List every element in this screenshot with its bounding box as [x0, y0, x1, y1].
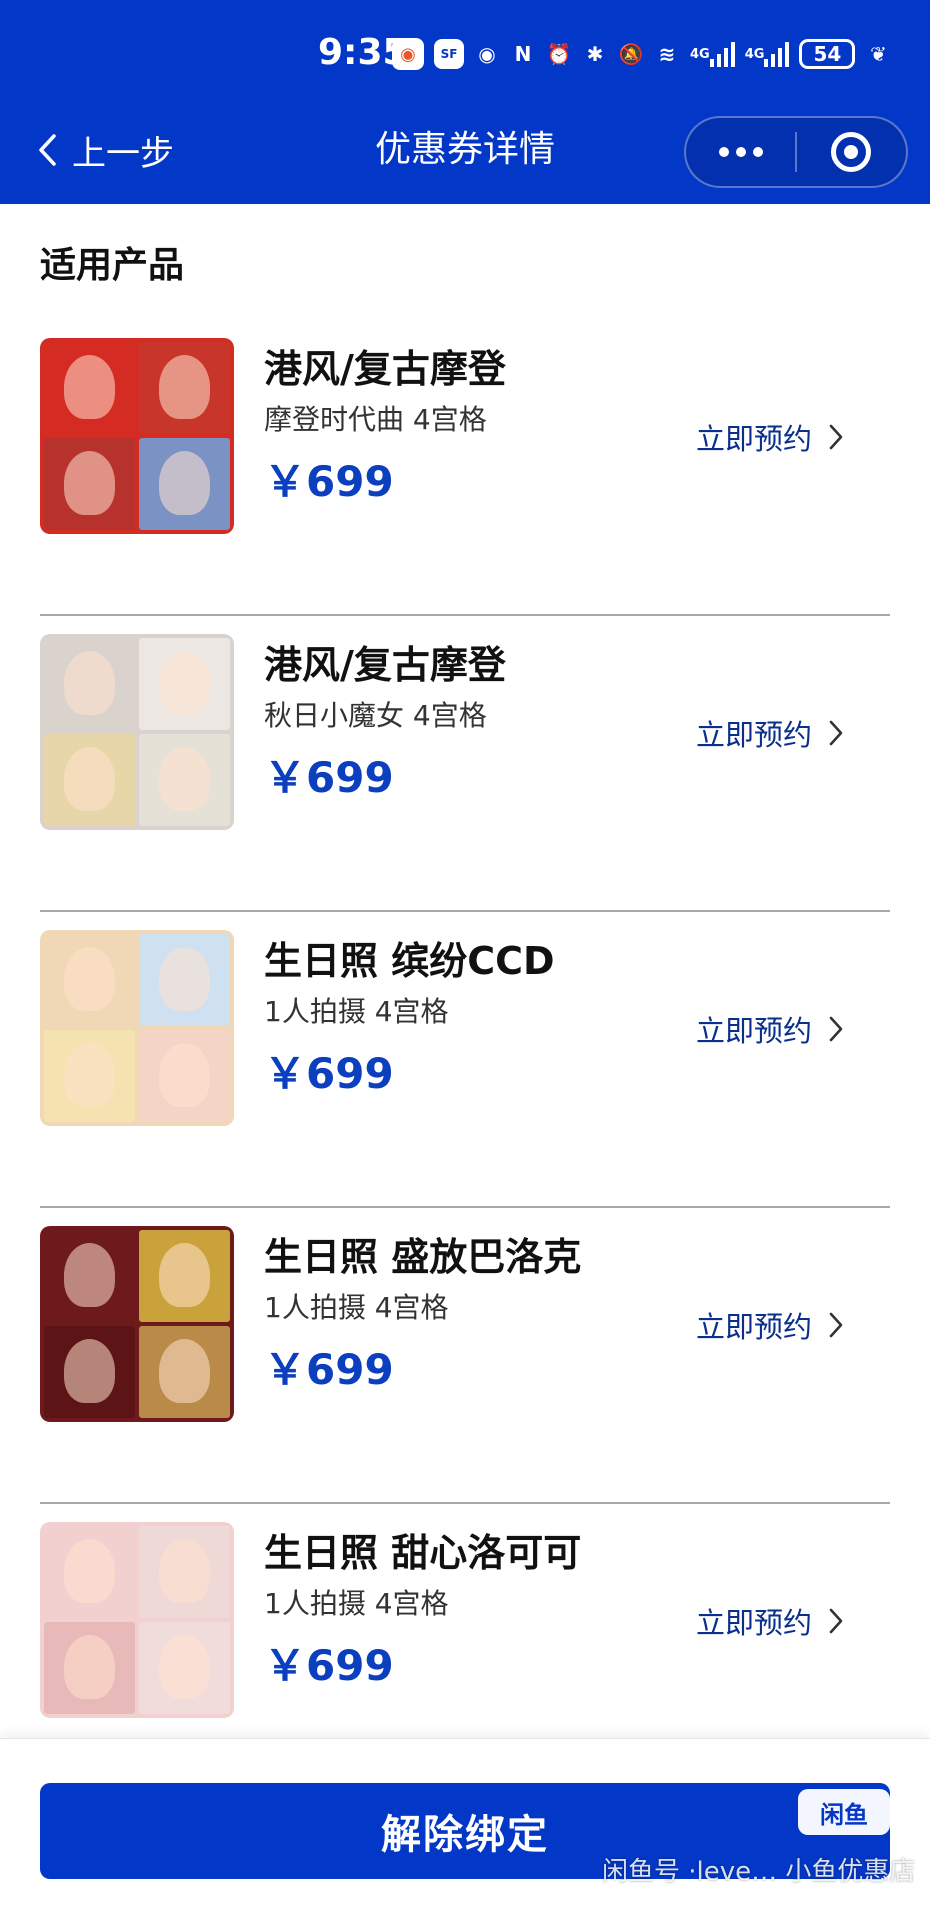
- thumbnail-photo: [139, 638, 230, 730]
- chevron-right-icon: [829, 424, 843, 450]
- product-thumbnail[interactable]: [40, 338, 234, 534]
- mini-program-capsule: [684, 116, 908, 188]
- product-thumbnail[interactable]: [40, 1226, 234, 1422]
- thumbnail-photo: [139, 1230, 230, 1322]
- section-title: 适用产品: [40, 245, 185, 286]
- bluetooth-icon: ✱: [586, 42, 604, 66]
- book-now-label: 立即预约: [696, 718, 813, 752]
- mute-icon: 🔕: [618, 42, 644, 66]
- leaf-icon: ❦: [870, 42, 887, 66]
- thumbnail-photo: [139, 438, 230, 530]
- target-close-icon: [831, 132, 872, 172]
- thumbnail-photo: [44, 734, 135, 826]
- status-bar: 9:35 ◉ SF ◉ N ⏰ ✱ 🔕 ≋ 4G 4G 54 ❦: [0, 0, 930, 108]
- book-now-label: 立即预约: [696, 1310, 813, 1344]
- thumbnail-photo: [44, 638, 135, 730]
- battery-icon: 54: [799, 39, 856, 69]
- product-desc: 1人拍摄 4宫格: [264, 1587, 449, 1620]
- book-now-label: 立即预约: [696, 1606, 813, 1640]
- weibo-icon: ◉: [392, 38, 424, 70]
- product-thumbnail[interactable]: [40, 930, 234, 1126]
- bottom-bar: 解除绑定 闲鱼 闲鱼号 ·leve… 小鱼优惠店: [0, 1738, 930, 1920]
- product-name: 生日照 缤纷CCD: [264, 939, 555, 983]
- chevron-right-icon: [829, 720, 843, 746]
- more-button[interactable]: [686, 118, 795, 186]
- thumbnail-photo: [44, 934, 135, 1026]
- product-item[interactable]: 生日照 盛放巴洛克 1人拍摄 4宫格 ￥699 立即预约: [0, 1208, 930, 1504]
- book-now-label: 立即预约: [696, 422, 813, 456]
- thumbnail-photo: [139, 1030, 230, 1122]
- header: 9:35 ◉ SF ◉ N ⏰ ✱ 🔕 ≋ 4G 4G 54 ❦ 上一步 优惠券…: [0, 0, 930, 204]
- wifi-icon: ≋: [658, 42, 676, 66]
- product-price: ￥699: [264, 457, 394, 506]
- thumbnail-photo: [44, 1230, 135, 1322]
- thumbnail-photo: [139, 934, 230, 1026]
- thumbnail-photo: [139, 734, 230, 826]
- book-now-button[interactable]: 立即预约: [696, 416, 844, 458]
- chevron-right-icon: [829, 1608, 843, 1634]
- book-now-button[interactable]: 立即预约: [696, 1600, 844, 1642]
- book-now-button[interactable]: 立即预约: [696, 1304, 844, 1346]
- watermark-logo: 闲鱼: [798, 1789, 890, 1835]
- product-desc: 摩登时代曲 4宫格: [264, 403, 487, 436]
- thumbnail-photo: [139, 1622, 230, 1714]
- nfc-icon: N: [514, 42, 532, 66]
- product-item[interactable]: 生日照 缤纷CCD 1人拍摄 4宫格 ￥699 立即预约: [0, 912, 930, 1208]
- product-list: 港风/复古摩登 摩登时代曲 4宫格 ￥699 立即预约 港风/复古摩登 秋日小魔…: [0, 320, 930, 1800]
- product-name: 生日照 盛放巴洛克: [264, 1235, 582, 1279]
- more-dots-icon: [718, 147, 763, 157]
- product-name: 港风/复古摩登: [264, 347, 506, 391]
- product-desc: 1人拍摄 4宫格: [264, 995, 449, 1028]
- 4g-signal-icon: 4G: [745, 38, 790, 70]
- product-item[interactable]: 港风/复古摩登 摩登时代曲 4宫格 ￥699 立即预约: [0, 320, 930, 616]
- product-desc: 秋日小魔女 4宫格: [264, 699, 487, 732]
- book-now-label: 立即预约: [696, 1014, 813, 1048]
- back-label: 上一步: [72, 133, 174, 174]
- thumbnail-photo: [139, 1326, 230, 1418]
- product-name: 生日照 甜心洛可可: [264, 1531, 582, 1575]
- product-desc: 1人拍摄 4宫格: [264, 1291, 449, 1324]
- thumbnail-photo: [44, 342, 135, 434]
- product-price: ￥699: [264, 1641, 394, 1690]
- back-button[interactable]: 上一步: [36, 124, 174, 176]
- product-price: ￥699: [264, 1049, 394, 1098]
- 4g-signal-icon: 4G: [690, 38, 735, 70]
- sf-icon: SF: [434, 39, 464, 69]
- product-item[interactable]: 港风/复古摩登 秋日小魔女 4宫格 ￥699 立即预约: [0, 616, 930, 912]
- thumbnail-photo: [44, 438, 135, 530]
- book-now-button[interactable]: 立即预约: [696, 1008, 844, 1050]
- close-mini-program-button[interactable]: [797, 118, 906, 186]
- thumbnail-photo: [44, 1622, 135, 1714]
- alarm-icon: ⏰: [546, 42, 572, 66]
- thumbnail-photo: [44, 1326, 135, 1418]
- thumbnail-photo: [44, 1526, 135, 1618]
- thumbnail-photo: [44, 1030, 135, 1122]
- thumbnail-photo: [139, 342, 230, 434]
- product-name: 港风/复古摩登: [264, 643, 506, 687]
- chevron-left-icon: [39, 134, 56, 166]
- status-icons: ◉ SF ◉ N ⏰ ✱ 🔕 ≋ 4G 4G 54 ❦: [392, 36, 891, 72]
- product-price: ￥699: [264, 753, 394, 802]
- thumbnail-photo: [139, 1526, 230, 1618]
- book-now-button[interactable]: 立即预约: [696, 712, 844, 754]
- product-price: ￥699: [264, 1345, 394, 1394]
- chevron-right-icon: [829, 1016, 843, 1042]
- chevron-right-icon: [829, 1312, 843, 1338]
- watermark-text: 闲鱼号 ·leve… 小鱼优惠店: [602, 1857, 916, 1887]
- product-thumbnail[interactable]: [40, 1522, 234, 1718]
- eye-icon: ◉: [478, 42, 496, 66]
- product-thumbnail[interactable]: [40, 634, 234, 830]
